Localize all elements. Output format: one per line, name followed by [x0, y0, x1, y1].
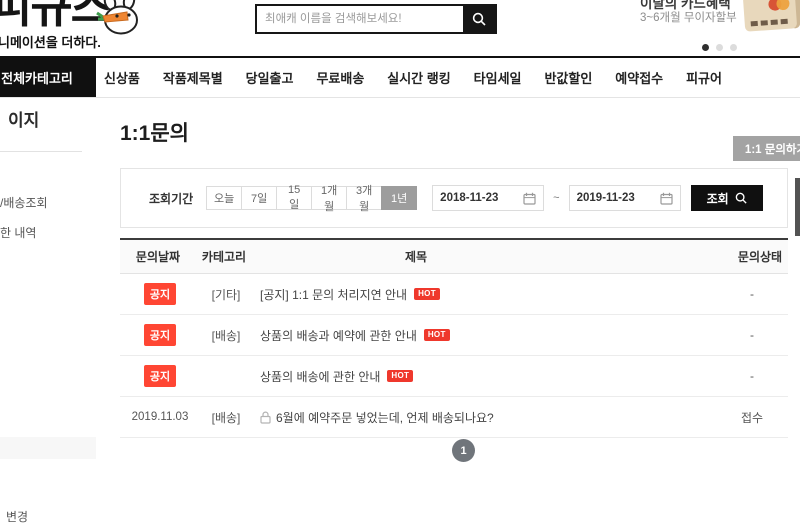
sidebar-divider	[0, 151, 82, 152]
hot-badge: HOT	[387, 370, 413, 382]
table-header: 문의날짜 카테고리 제목 문의상태	[120, 240, 788, 274]
nav-item[interactable]: 피규어	[686, 68, 722, 87]
inquiry-date: 2019.11.03	[132, 411, 189, 423]
notice-badge: 공지	[144, 324, 176, 346]
sidebar-item-history[interactable]: 한 내역	[0, 224, 36, 241]
period-button[interactable]: 3개월	[346, 186, 382, 210]
date-from-value: 2018-11-23	[440, 192, 498, 204]
lock-icon	[260, 411, 271, 424]
hot-badge: HOT	[424, 329, 450, 341]
table-row: 공지 [배송] 상품의 배송과 예약에 관한 안내 HOT -	[120, 315, 788, 356]
inquiry-title[interactable]: 6월에 예약주문 넣었는데, 언제 배송되나요?	[276, 409, 494, 426]
pagination-page-1[interactable]: 1	[452, 439, 475, 462]
nav-item[interactable]: 예약접수	[615, 68, 663, 87]
inquiry-category: [기타]	[200, 286, 252, 303]
write-inquiry-button[interactable]: 1:1 문의하기	[733, 136, 800, 161]
nav-item[interactable]: 무료배송	[316, 68, 364, 87]
col-header-category: 카테고리	[202, 240, 246, 273]
inquiry-status: 접수	[716, 409, 788, 426]
inquiry-status: -	[716, 287, 788, 301]
period-button[interactable]: 7일	[241, 186, 277, 210]
carousel-dot[interactable]	[702, 44, 709, 51]
slogan: 니메이션을 더하다.	[0, 32, 101, 51]
date-to-input[interactable]: 2019-11-23	[569, 185, 681, 211]
site-logo[interactable]: 피규즈	[0, 0, 111, 36]
credit-cards-icon	[742, 0, 800, 34]
nav-items: 신상품 작품제목별 당일출고 무료배송 실시간 랭킹 타임세일 반값할인 예약접수 피규어	[104, 58, 722, 97]
inquiry-table: 문의날짜 카테고리 제목 문의상태 공지 [기타] [공지] 1:1 문의 처리…	[120, 238, 788, 438]
calendar-icon[interactable]	[660, 192, 673, 205]
table-row: 2019.11.03 [배송] 6월에 예약주문 넣었는데, 언제 배송되나요?…	[120, 397, 788, 438]
row-date-cell: 공지	[120, 283, 200, 305]
period-buttons: 오늘7일15일1개월3개월1년	[207, 186, 417, 210]
date-range-separator: ~	[553, 192, 559, 204]
mascot-carrot-character-icon	[96, 0, 146, 43]
col-header-status: 문의상태	[738, 240, 782, 273]
page: 피규즈 니메이션을 더하다. 이달의 카드혜택 3~6개월 무이자할부	[0, 0, 800, 532]
row-date-cell: 공지	[120, 324, 200, 346]
date-from-input[interactable]: 2018-11-23	[432, 185, 544, 211]
card-benefit-banner-subtitle: 3~6개월 무이자할부	[640, 9, 737, 25]
table-row: 공지 [기타] [공지] 1:1 문의 처리지연 안내 HOT -	[120, 274, 788, 315]
filter-label: 조회기간	[149, 190, 193, 207]
row-title-cell: 상품의 배송과 예약에 관한 안내 HOT	[252, 327, 716, 344]
inquiry-title[interactable]: [공지] 1:1 문의 처리지연 안내	[260, 286, 407, 303]
period-button[interactable]: 1년	[381, 186, 417, 210]
row-date-cell: 2019.11.03	[120, 411, 200, 423]
table-row: 공지 상품의 배송에 관한 안내 HOT -	[120, 356, 788, 397]
period-button[interactable]: 15일	[276, 186, 312, 210]
notice-badge: 공지	[144, 365, 176, 387]
period-button[interactable]: 오늘	[206, 186, 242, 210]
nav-item[interactable]: 신상품	[104, 68, 140, 87]
nav-item[interactable]: 작품제목별	[163, 68, 223, 87]
col-header-date: 문의날짜	[136, 240, 180, 273]
search-input[interactable]	[257, 6, 463, 32]
notice-badge: 공지	[144, 283, 176, 305]
inquiry-category: [배송]	[200, 327, 252, 344]
page-title: 1:1문의	[120, 117, 189, 147]
nav-item[interactable]: 실시간 랭킹	[387, 68, 450, 87]
carousel-dot[interactable]	[730, 44, 737, 51]
banner-carousel-dots[interactable]	[702, 44, 737, 51]
sidebar-item-change[interactable]: 변경	[6, 508, 28, 525]
nav-item[interactable]: 당일출고	[246, 68, 294, 87]
row-title-cell: 상품의 배송에 관한 안내 HOT	[252, 368, 716, 385]
inquiry-title[interactable]: 상품의 배송과 예약에 관한 안내	[260, 327, 417, 344]
inquiry-title[interactable]: 상품의 배송에 관한 안내	[260, 368, 380, 385]
nav-item[interactable]: 반값할인	[544, 68, 592, 87]
date-to-value: 2019-11-23	[577, 192, 635, 204]
sidebar-item-delivery-lookup[interactable]: /배송조회	[0, 194, 48, 211]
main-nav: 전체카테고리 신상품 작품제목별 당일출고 무료배송 실시간 랭킹 타임세일 반값할인 예약접…	[0, 56, 800, 98]
lookup-button[interactable]: 조회	[691, 185, 763, 211]
carousel-dot[interactable]	[716, 44, 723, 51]
lookup-button-label: 조회	[707, 190, 729, 207]
inquiry-category: [배송]	[200, 409, 252, 426]
search-icon	[472, 12, 486, 26]
period-button[interactable]: 1개월	[311, 186, 347, 210]
col-header-title: 제목	[405, 240, 427, 273]
calendar-icon[interactable]	[523, 192, 536, 205]
row-date-cell: 공지	[120, 365, 200, 387]
row-title-cell: 6월에 예약주문 넣었는데, 언제 배송되나요?	[252, 409, 716, 426]
row-title-cell: [공지] 1:1 문의 처리지연 안내 HOT	[252, 286, 716, 303]
search-period-filter: 조회기간 오늘7일15일1개월3개월1년 2018-11-23 ~ 2019-1…	[120, 168, 788, 228]
nav-item[interactable]: 타임세일	[474, 68, 522, 87]
inquiry-status: -	[716, 328, 788, 342]
sidebar-title: 이지	[8, 106, 39, 131]
search-button[interactable]	[463, 6, 495, 32]
table-body: 공지 [기타] [공지] 1:1 문의 처리지연 안내 HOT - 공지 [배송…	[120, 274, 788, 438]
hot-badge: HOT	[414, 288, 440, 300]
sidebar-active-item[interactable]	[0, 437, 96, 459]
all-categories-button[interactable]: 전체카테고리	[0, 58, 96, 97]
inquiry-status: -	[716, 369, 788, 383]
scrollbar-thumb[interactable]	[795, 178, 800, 236]
search-bar	[255, 4, 497, 34]
search-icon	[735, 192, 747, 204]
